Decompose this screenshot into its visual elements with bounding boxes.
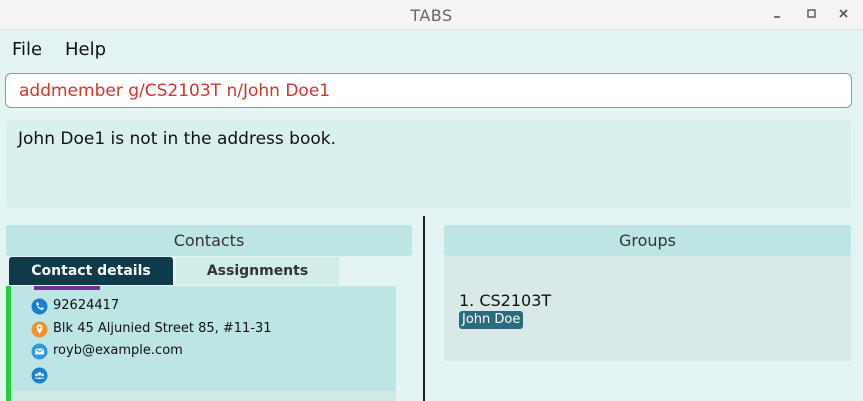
groups-header: Groups: [444, 225, 851, 256]
group-card[interactable]: 1. CS2103T John Doe: [444, 256, 851, 361]
menu-bar: File Help: [0, 31, 863, 67]
command-input[interactable]: [19, 80, 839, 102]
contacts-header: Contacts: [6, 225, 412, 256]
title-bar: TABS: [0, 0, 863, 30]
email-text: royb@example.com: [53, 343, 183, 358]
menu-file[interactable]: File: [12, 39, 42, 60]
groups-list: 1. CS2103T John Doe: [444, 256, 851, 401]
result-message: John Doe1 is not in the address book.: [18, 129, 337, 149]
maximize-icon[interactable]: [802, 5, 820, 23]
tab-contact-details[interactable]: Contact details: [9, 257, 173, 285]
result-display: John Doe1 is not in the address book.: [6, 120, 851, 208]
contact-card[interactable]: 92624417 Blk 45 Aljunied Street 85, #11-…: [6, 286, 396, 391]
groups-panel: Groups 1. CS2103T John Doe: [444, 225, 851, 401]
contact-card[interactable]: [6, 391, 396, 401]
groups-list-empty-area: [444, 361, 851, 401]
location-pin-icon: [31, 321, 48, 338]
email-icon: [31, 343, 48, 360]
group-icon: [31, 367, 48, 384]
phone-number: 92624417: [53, 298, 120, 313]
menu-help[interactable]: Help: [65, 39, 106, 60]
tab-assignments[interactable]: Assignments: [176, 257, 339, 285]
command-box[interactable]: [5, 73, 852, 108]
contacts-panel: Contacts Contact details Assignments 926…: [6, 225, 412, 401]
tag-badge: [34, 286, 100, 290]
address-text: Blk 45 Aljunied Street 85, #11-31: [53, 321, 272, 336]
member-badge: John Doe: [459, 311, 524, 329]
phone-icon: [31, 298, 48, 315]
panel-divider[interactable]: [423, 216, 425, 401]
minimize-icon[interactable]: [768, 5, 786, 23]
close-icon[interactable]: [835, 5, 853, 23]
window-title: TABS: [410, 6, 453, 25]
group-name: 1. CS2103T: [459, 291, 552, 310]
